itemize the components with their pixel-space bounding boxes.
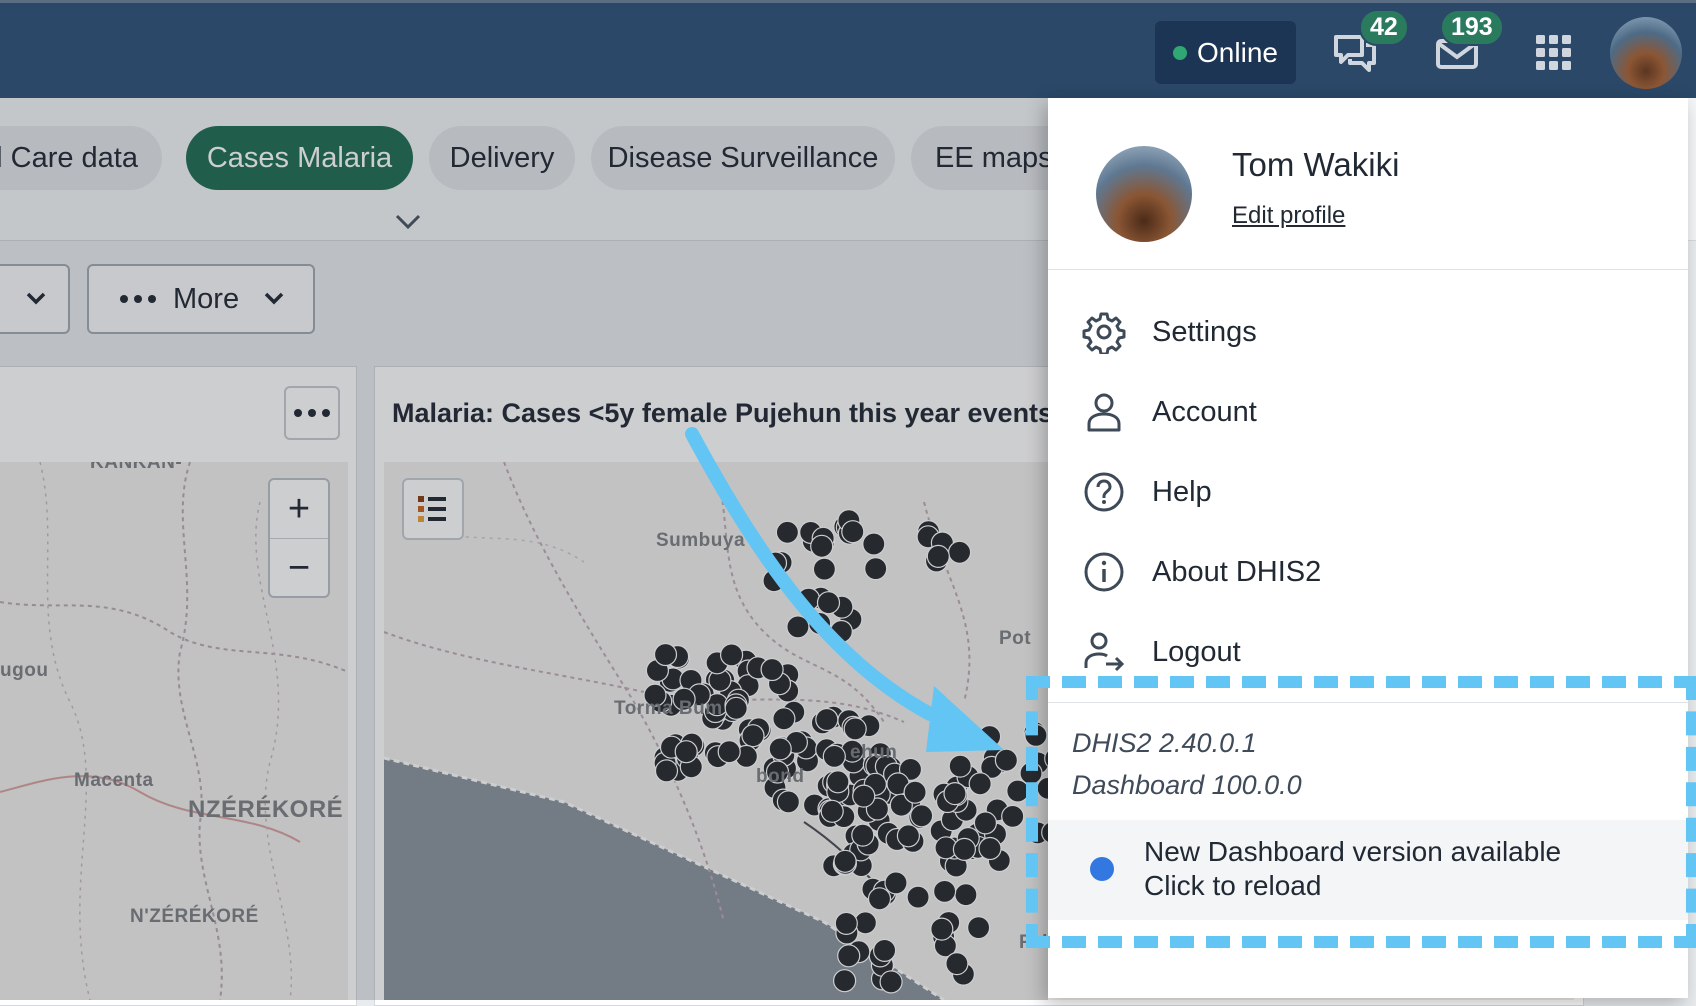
update-message: New Dashboard version available (1144, 836, 1562, 867)
help-icon (1084, 472, 1124, 512)
version-dashboard: Dashboard 100.0.0 (1072, 770, 1302, 800)
reload-prompt: Click to reload (1144, 870, 1322, 901)
menu-item-settings[interactable]: Settings (1048, 296, 1688, 368)
profile-menu: Tom Wakiki Edit profile Settings Account… (1048, 98, 1688, 998)
edit-profile-link[interactable]: Edit profile (1232, 202, 1345, 230)
person-icon (1087, 393, 1121, 432)
profile-picture (1096, 146, 1192, 242)
user-name: Tom Wakiki (1232, 146, 1400, 183)
menu-item-label: Logout (1152, 635, 1241, 668)
menu-item-label: About DHIS2 (1152, 555, 1322, 588)
menu-item-help[interactable]: Help (1048, 456, 1688, 528)
menu-item-label: Settings (1152, 315, 1257, 348)
new-version-reload-button[interactable]: New Dashboard version available Click to… (1048, 820, 1688, 920)
logout-icon (1084, 632, 1125, 672)
menu-item-about[interactable]: About DHIS2 (1048, 536, 1688, 608)
info-icon (1084, 552, 1124, 592)
version-dhis2: DHIS2 2.40.0.1 (1072, 728, 1257, 758)
menu-item-account[interactable]: Account (1048, 376, 1688, 448)
profile-header: Tom Wakiki Edit profile (1048, 98, 1688, 270)
menu-item-label: Account (1152, 395, 1257, 428)
gear-icon (1082, 312, 1126, 354)
menu-item-logout[interactable]: Logout (1048, 616, 1688, 688)
menu-divider (1048, 702, 1688, 703)
menu-item-label: Help (1152, 475, 1212, 508)
update-indicator-dot (1090, 857, 1114, 881)
